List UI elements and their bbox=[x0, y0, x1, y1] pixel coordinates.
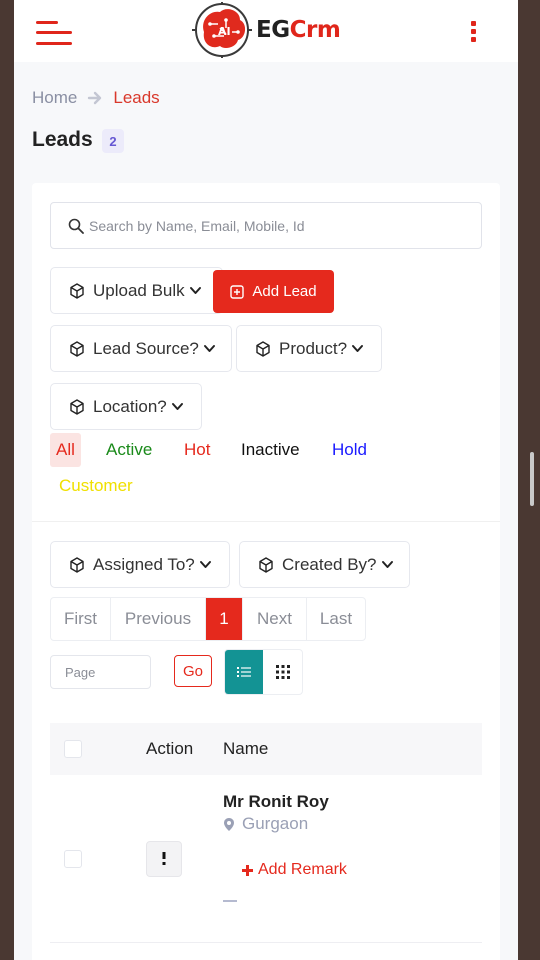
cube-icon bbox=[70, 282, 84, 299]
scrollbar-handle[interactable] bbox=[530, 452, 534, 506]
add-lead-button[interactable]: Add Lead bbox=[213, 270, 334, 313]
assigned-to-label: Assigned To? bbox=[93, 554, 195, 574]
select-all-checkbox[interactable] bbox=[64, 740, 82, 758]
upload-bulk-dropdown[interactable]: Upload Bulk bbox=[50, 267, 223, 314]
status-filter-bar: All Active Hot Inactive Hold Customer bbox=[50, 433, 482, 513]
location-dropdown[interactable]: Location? bbox=[50, 383, 202, 430]
search-icon bbox=[68, 218, 84, 234]
logo-mark-text: AI bbox=[218, 25, 231, 38]
location-label: Location? bbox=[93, 396, 167, 416]
add-remark-link[interactable]: Add Remark bbox=[241, 861, 347, 879]
product-dropdown[interactable]: Product? bbox=[236, 325, 382, 372]
app-frame: AI EGCrm Home Leads Leads 2 Uplo bbox=[14, 0, 518, 960]
cube-icon bbox=[256, 340, 270, 357]
leads-card: Upload Bulk Add Lead Lead Source? Produc… bbox=[32, 183, 500, 960]
breadcrumb-home-link[interactable]: Home bbox=[32, 88, 77, 108]
grid-view-icon bbox=[275, 665, 290, 679]
map-pin-icon bbox=[224, 817, 234, 831]
arrow-right-icon bbox=[88, 91, 102, 105]
view-toggle bbox=[224, 649, 303, 695]
menu-icon[interactable] bbox=[36, 19, 74, 49]
page-next-button[interactable]: Next bbox=[243, 598, 307, 640]
logo-text: EGCrm bbox=[256, 17, 341, 43]
page-first-button[interactable]: First bbox=[51, 598, 111, 640]
search-box[interactable] bbox=[50, 202, 482, 249]
filter-customer[interactable]: Customer bbox=[53, 469, 139, 503]
chevron-down-icon bbox=[381, 560, 393, 568]
cube-icon bbox=[70, 556, 84, 573]
search-input[interactable] bbox=[89, 215, 469, 237]
upload-bulk-label: Upload Bulk bbox=[93, 280, 185, 300]
chevron-down-icon bbox=[203, 344, 215, 352]
page-last-button[interactable]: Last bbox=[307, 598, 365, 640]
list-view-button[interactable] bbox=[225, 650, 263, 694]
go-button[interactable]: Go bbox=[174, 655, 212, 687]
created-by-label: Created By? bbox=[282, 554, 377, 574]
chevron-down-icon bbox=[171, 402, 183, 410]
plus-icon bbox=[242, 864, 253, 876]
logo: AI EGCrm bbox=[190, 2, 341, 58]
lead-name[interactable]: Mr Ronit Roy bbox=[223, 792, 329, 812]
column-header-name: Name bbox=[223, 739, 269, 758]
plus-square-icon bbox=[230, 284, 245, 299]
divider bbox=[32, 521, 500, 522]
more-options-icon[interactable] bbox=[469, 21, 479, 43]
page-number-input[interactable] bbox=[50, 655, 151, 689]
row-checkbox[interactable] bbox=[64, 850, 82, 868]
empty-value-dash bbox=[223, 900, 237, 902]
count-badge: 2 bbox=[102, 129, 124, 153]
filter-hot[interactable]: Hot bbox=[178, 433, 216, 467]
add-lead-label: Add Lead bbox=[252, 283, 317, 300]
chevron-down-icon bbox=[199, 560, 211, 568]
breadcrumb: Home Leads bbox=[32, 88, 160, 108]
breadcrumb-current: Leads bbox=[113, 88, 160, 107]
cube-icon bbox=[259, 556, 273, 573]
more-vertical-icon bbox=[162, 852, 166, 865]
cube-icon bbox=[70, 398, 84, 415]
grid-view-button[interactable] bbox=[263, 650, 302, 694]
brain-logo-icon: AI bbox=[192, 2, 252, 58]
page-previous-button[interactable]: Previous bbox=[111, 598, 206, 640]
filter-active[interactable]: Active bbox=[100, 433, 158, 467]
page-current-button[interactable]: 1 bbox=[206, 598, 243, 640]
add-remark-label: Add Remark bbox=[258, 861, 347, 878]
chevron-down-icon bbox=[352, 344, 364, 352]
row-action-button[interactable] bbox=[146, 841, 182, 877]
pagination: First Previous 1 Next Last bbox=[50, 597, 366, 641]
cube-icon bbox=[70, 340, 84, 357]
filter-inactive[interactable]: Inactive bbox=[235, 433, 306, 467]
lead-source-label: Lead Source? bbox=[93, 338, 199, 358]
top-bar: AI EGCrm bbox=[14, 0, 518, 62]
lead-location: Gurgaon bbox=[223, 814, 308, 834]
lead-location-text: Gurgaon bbox=[242, 814, 309, 833]
filter-hold[interactable]: Hold bbox=[326, 433, 373, 467]
chevron-down-icon bbox=[189, 286, 201, 294]
column-header-action: Action bbox=[146, 739, 194, 758]
table-header: Action Name bbox=[50, 723, 482, 775]
page-title: Leads bbox=[32, 128, 93, 151]
list-view-icon bbox=[237, 667, 251, 677]
assigned-to-dropdown[interactable]: Assigned To? bbox=[50, 541, 230, 588]
product-label: Product? bbox=[279, 338, 348, 358]
created-by-dropdown[interactable]: Created By? bbox=[239, 541, 410, 588]
lead-source-dropdown[interactable]: Lead Source? bbox=[50, 325, 232, 372]
table-row: Mr Ronit Roy Gurgaon Add Remark bbox=[50, 775, 482, 943]
filter-all[interactable]: All bbox=[50, 433, 81, 467]
